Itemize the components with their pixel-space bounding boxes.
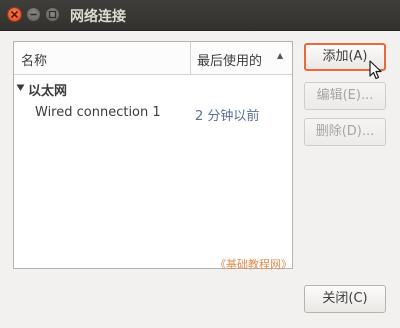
- column-header-last-used[interactable]: 最后使用的: [197, 50, 262, 69]
- close-window-button[interactable]: [7, 7, 22, 22]
- minimize-window-button[interactable]: [26, 7, 41, 22]
- close-icon: [10, 10, 19, 19]
- watermark: 《基础教程网》: [215, 258, 292, 271]
- expander-down-icon[interactable]: [16, 83, 25, 92]
- edit-button[interactable]: 编辑(E)...: [304, 82, 386, 110]
- connection-name: Wired connection 1: [35, 105, 161, 120]
- close-button[interactable]: 关闭(C): [304, 285, 386, 313]
- list-header: 名称 最后使用的 ▲: [14, 42, 292, 75]
- sort-ascending-icon: ▲: [277, 51, 284, 60]
- window-title: 网络连接: [70, 9, 126, 25]
- column-divider: [190, 42, 191, 74]
- connection-row[interactable]: Wired connection 1 2 分钟以前: [14, 102, 292, 124]
- network-connections-window: 网络连接 名称 最后使用的 ▲ 以太网 Wired connection 1 2…: [0, 0, 400, 328]
- titlebar: 网络连接: [0, 0, 400, 31]
- group-row-ethernet[interactable]: 以太网: [14, 78, 292, 100]
- maximize-window-button[interactable]: [45, 7, 60, 22]
- mouse-pointer-icon: [369, 60, 382, 80]
- column-header-name[interactable]: 名称: [21, 50, 47, 69]
- minimize-icon: [30, 13, 37, 16]
- group-label: 以太网: [28, 84, 68, 99]
- maximize-icon: [48, 10, 57, 19]
- delete-button[interactable]: 删除(D)...: [304, 118, 386, 146]
- connection-list[interactable]: 名称 最后使用的 ▲ 以太网 Wired connection 1 2 分钟以前…: [13, 41, 293, 271]
- connection-last-used: 2 分钟以前: [195, 109, 260, 124]
